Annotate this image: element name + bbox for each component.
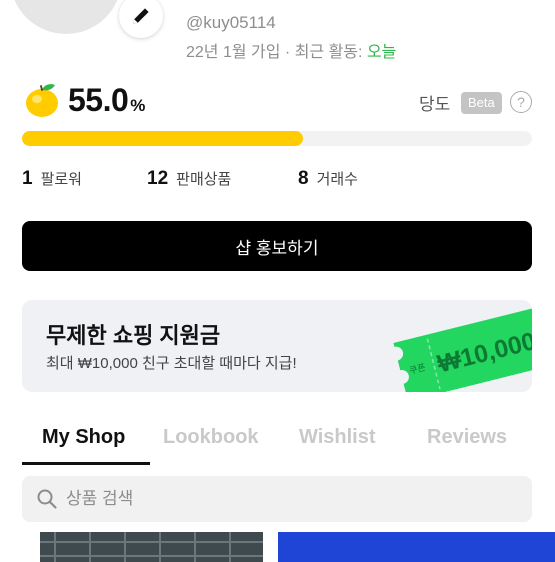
avatar[interactable] (10, 0, 122, 34)
tab-my-shop[interactable]: My Shop (42, 426, 125, 449)
tab-lookbook[interactable]: Lookbook (163, 426, 259, 449)
rating-score: 55.0% (68, 82, 145, 119)
rating-progress-bar (22, 131, 532, 146)
product-thumbnail[interactable] (0, 532, 263, 562)
promo-banner[interactable]: 무제한 쇼핑 지원금 최대 ₩10,000 친구 초대할 때마다 지급! 쿠폰 … (22, 300, 532, 392)
meta-separator: · (284, 44, 291, 61)
rating-value: 55.0 (68, 82, 129, 118)
promote-shop-button[interactable]: 샵 홍보하기 (22, 221, 532, 271)
activity-value: 오늘 (366, 44, 397, 61)
stat-transactions[interactable]: 8 거래수 (298, 168, 358, 190)
stat-count: 12 (147, 168, 169, 189)
rating-progress-fill (22, 131, 303, 146)
stat-count: 8 (298, 168, 309, 189)
shop-search-bar[interactable] (22, 476, 532, 522)
search-icon (37, 489, 57, 509)
stat-products[interactable]: 12 판매상품 (147, 168, 231, 190)
pencil-icon (133, 8, 149, 24)
search-input[interactable] (66, 476, 506, 522)
profile-meta: 22년 1월 가입 · 최근 활동: 오늘 (186, 38, 396, 62)
banner-title: 무제한 쇼핑 지원금 (46, 323, 221, 348)
lemon-icon (26, 84, 58, 117)
profile-tabs: My Shop Lookbook Wishlist Reviews (22, 420, 532, 466)
stat-label: 판매상품 (176, 171, 232, 188)
stat-label: 팔로워 (40, 171, 82, 188)
stat-count: 1 (22, 168, 33, 189)
edit-profile-button[interactable] (119, 0, 163, 38)
rating-label: 당도 (419, 95, 451, 114)
plaid-shirt-image (0, 532, 263, 562)
active-tab-indicator (22, 462, 150, 465)
rating-unit: % (130, 96, 145, 115)
tab-reviews[interactable]: Reviews (427, 426, 507, 449)
banner-subtitle: 최대 ₩10,000 친구 초대할 때마다 지급! (46, 355, 297, 372)
coupon-ticket-icon: 쿠폰 ₩10,000 (393, 308, 532, 392)
activity-label: 최근 활동: (294, 44, 363, 61)
stat-label: 거래수 (316, 171, 358, 188)
tab-wishlist[interactable]: Wishlist (299, 426, 376, 449)
question-circle-icon[interactable]: ? (510, 91, 532, 113)
stat-followers[interactable]: 1 팔로워 (22, 168, 82, 190)
username: @kuy05114 (186, 13, 276, 32)
joined-date: 22년 1월 가입 (186, 44, 281, 61)
beta-badge: Beta (461, 92, 502, 114)
product-thumbnail[interactable] (278, 532, 555, 562)
